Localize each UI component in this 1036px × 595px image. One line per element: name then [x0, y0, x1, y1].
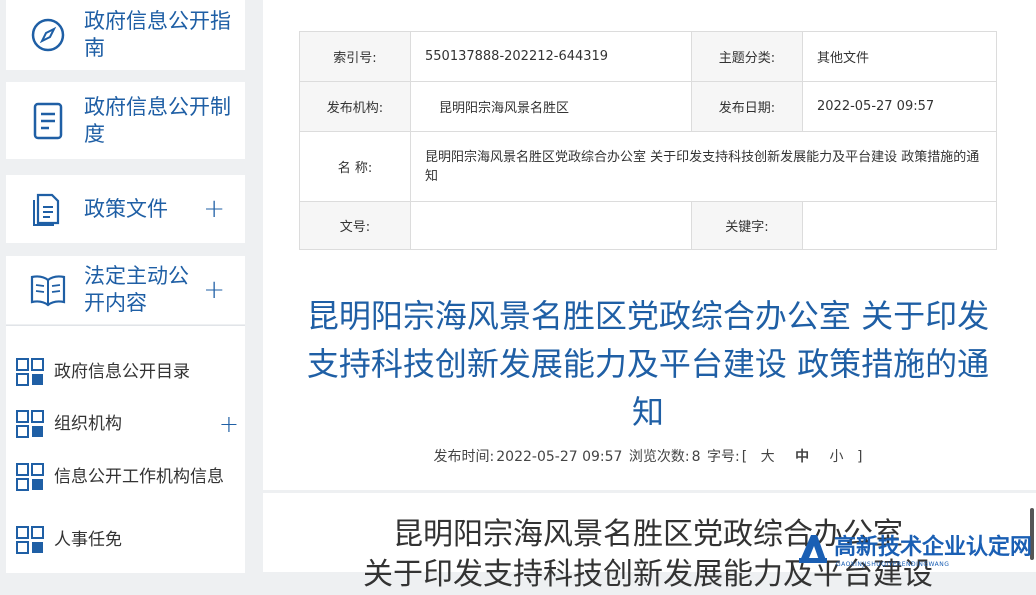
article-title: 昆明阳宗海风景名胜区党政综合办公室 关于印发支持科技创新发展能力及平台建设 政策… [306, 297, 990, 431]
document-icon [26, 99, 70, 143]
book-icon [26, 268, 70, 312]
subitem-organization[interactable]: 组织机构 + [16, 410, 241, 438]
index-value: 550137888-202212-644319 [410, 31, 692, 82]
bracket-open: [ [741, 449, 748, 465]
subitem-catalog[interactable]: 政府信息公开目录 [16, 358, 241, 386]
keyword-value [802, 201, 997, 250]
keyword-label: 关键字: [691, 201, 803, 250]
views-label: 浏览次数: [628, 449, 690, 465]
index-label: 索引号: [299, 31, 411, 82]
date-label: 发布日期: [691, 81, 803, 132]
grid-icon [16, 358, 44, 386]
grid-icon [16, 463, 44, 491]
metadata-table: 索引号: 550137888-202212-644319 主题分类: 其他文件 … [299, 31, 997, 250]
font-small-link[interactable]: 小 [830, 449, 844, 465]
card-label: 政府信息公开制度 [84, 94, 231, 146]
card-label: 政策文件 [84, 196, 168, 221]
publish-time: 2022-05-27 09:57 [496, 449, 623, 465]
subitem-label: 政府信息公开目录 [54, 361, 190, 382]
subitem-label: 信息公开工作机构信息 [54, 466, 224, 487]
files-icon [26, 187, 70, 231]
org-label: 发布机构: [299, 81, 411, 132]
card-disclosure-system[interactable]: 政府信息公开制度 [6, 82, 245, 159]
docno-label: 文号: [299, 201, 411, 250]
main-content: 索引号: 550137888-202212-644319 主题分类: 其他文件 … [263, 0, 1036, 592]
grid-icon [16, 410, 44, 438]
topic-label: 主题分类: [691, 31, 803, 82]
divider [263, 490, 1036, 493]
font-large-link[interactable]: 大 [761, 449, 775, 465]
topic-value: 其他文件 [802, 31, 997, 82]
name-value: 昆明阳宗海风景名胜区党政综合办公室 关于印发支持科技创新发展能力及平台建设 政策… [410, 131, 997, 202]
watermark-subtext: GAOXINJISHUQIYERENDINGWANG [835, 561, 950, 568]
expand-icon[interactable]: + [219, 410, 239, 438]
card-disclosure-guide[interactable]: 政府信息公开指南 [6, 0, 245, 70]
name-label: 名 称: [299, 131, 411, 202]
subitem-label: 组织机构 [54, 413, 122, 434]
subitem-personnel[interactable]: 人事任免 [16, 526, 241, 554]
org-value: 昆明阳宗海风景名胜区 [410, 81, 692, 132]
watermark-logo-icon [798, 534, 827, 563]
subitem-label: 人事任免 [54, 529, 122, 550]
expand-icon[interactable]: + [203, 194, 225, 224]
sidebar: 政府信息公开指南 政府信息公开制度 政策文件 + 法定主动公开内容 + 政府信息… [0, 0, 252, 573]
card-statutory-content[interactable]: 法定主动公开内容 + [6, 256, 245, 324]
card-policy-files[interactable]: 政策文件 + [6, 175, 245, 243]
compass-icon [26, 13, 70, 57]
docno-value [410, 201, 692, 250]
watermark-text: 高新技术企业认定网 [833, 535, 1032, 560]
date-value: 2022-05-27 09:57 [802, 81, 997, 132]
font-medium-link[interactable]: 中 [795, 449, 809, 465]
views-count: 8 [691, 449, 701, 465]
publish-label: 发布时间: [433, 449, 495, 465]
expand-icon[interactable]: + [203, 275, 225, 305]
watermark: 高新技术企业认定网 GAOXINJISHUQIYERENDINGWANG [796, 529, 1032, 568]
grid-icon [16, 526, 44, 554]
card-label: 政府信息公开指南 [84, 9, 231, 60]
article-info: 发布时间: 2022-05-27 09:57 浏览次数: 8 字号:[ 大 中 小 … [303, 446, 993, 466]
subitem-work-agency[interactable]: 信息公开工作机构信息 [16, 463, 241, 491]
font-size-label: 字号: [706, 449, 740, 465]
bracket-close: ] [856, 449, 863, 465]
card-label: 法定主动公开内容 [84, 264, 189, 315]
sub-menu: 政府信息公开目录 组织机构 + 信息公开工作机构信息 人事任免 [6, 325, 245, 573]
